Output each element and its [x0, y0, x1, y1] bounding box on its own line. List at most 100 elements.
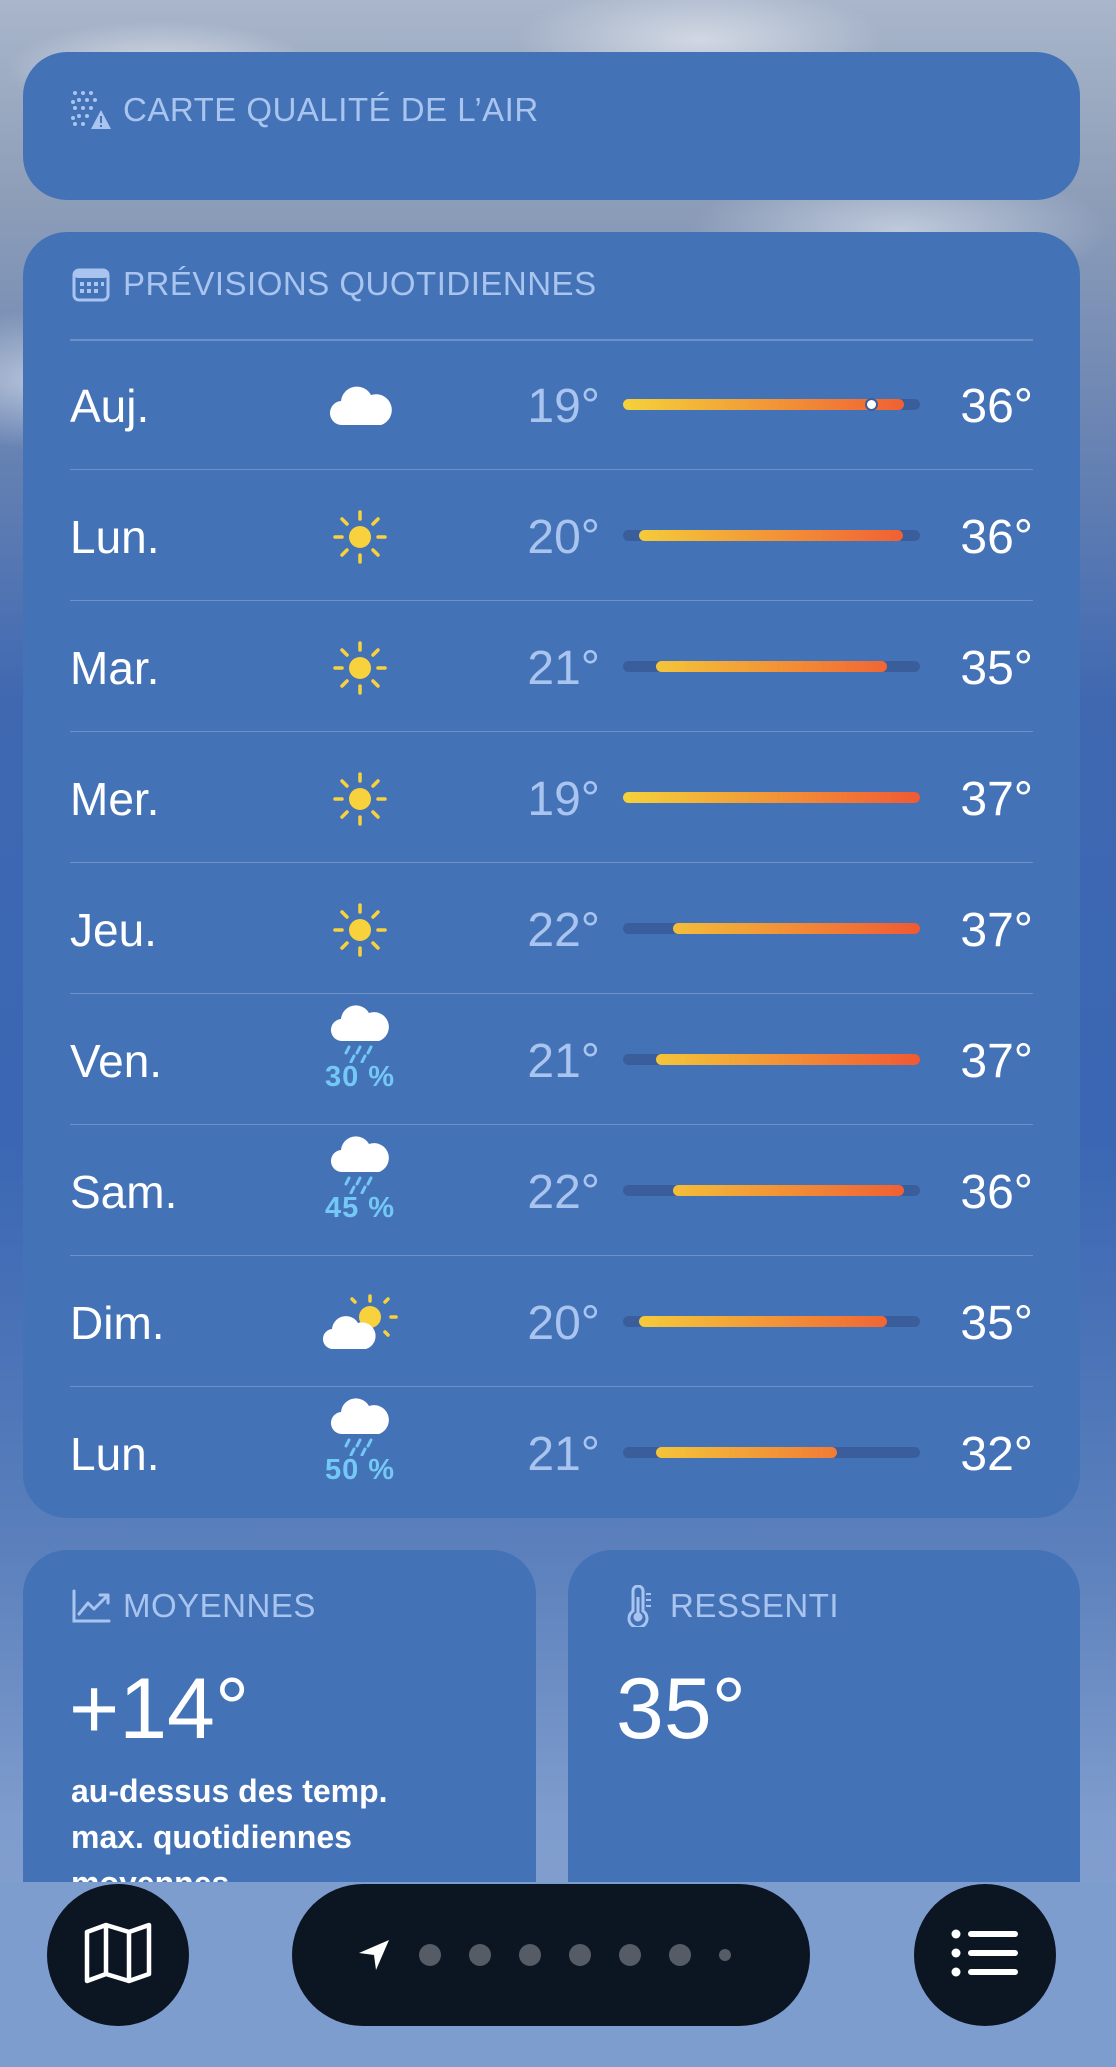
thermometer-icon: [616, 1584, 660, 1628]
forecast-day-label: Auj.: [70, 380, 150, 432]
temperature-range-bar: [623, 398, 920, 411]
weather-icon-wrapper: [315, 754, 405, 844]
temperature-range-fill: [639, 530, 904, 541]
forecast-row[interactable]: Mer. 19° 37°: [70, 732, 1033, 863]
page-dot[interactable]: [669, 1944, 691, 1966]
forecast-row[interactable]: Lun. 20° 36°: [70, 470, 1033, 601]
forecast-row[interactable]: Jeu. 22° 37°: [70, 863, 1033, 994]
location-pager[interactable]: [292, 1884, 810, 2026]
weather-icon-wrapper: [315, 492, 405, 582]
precipitation-chance: 30 %: [324, 1060, 396, 1093]
forecast-max-temp: 36°: [960, 380, 1033, 433]
forecast-day-label: Lun.: [70, 1428, 160, 1480]
forecast-row[interactable]: Auj. 19° 36°: [70, 339, 1033, 470]
feels-like-value: 35°: [616, 1661, 747, 1757]
temperature-range-fill: [672, 1185, 904, 1196]
forecast-day-label: Jeu.: [70, 904, 157, 956]
forecast-min-temp: 20°: [527, 511, 600, 564]
weather-icon-wrapper: [315, 1278, 405, 1368]
precipitation-chance: 50 %: [324, 1453, 396, 1486]
forecast-min-temp: 20°: [527, 1297, 600, 1350]
forecast-max-temp: 35°: [960, 642, 1033, 695]
rain-icon: [329, 1135, 391, 1194]
cloud-icon: [327, 383, 393, 429]
page-dot[interactable]: [469, 1944, 491, 1966]
partly-sunny-icon: [322, 1293, 398, 1353]
temperature-range-bar: [623, 923, 920, 934]
weather-icon-wrapper: 50 %: [315, 1397, 405, 1487]
forecast-min-temp: 21°: [527, 642, 600, 695]
forecast-day-label: Ven.: [70, 1035, 163, 1087]
air-quality-title: CARTE QUALITÉ DE L’AIR: [123, 91, 539, 128]
temperature-range-bar: [623, 1185, 920, 1196]
forecast-max-temp: 35°: [960, 1297, 1033, 1350]
air-quality-map-icon: [69, 88, 113, 132]
trend-chart-icon: [69, 1584, 113, 1628]
temperature-range-bar: [623, 792, 920, 803]
forecast-max-temp: 36°: [960, 511, 1033, 564]
temperature-range-fill: [639, 1316, 887, 1327]
list-icon: [951, 1929, 1019, 1982]
sun-icon: [330, 638, 390, 698]
forecast-max-temp: 32°: [960, 1428, 1033, 1481]
temperature-range-fill: [623, 792, 920, 803]
temperature-range-fill: [655, 1054, 920, 1065]
averages-title: MOYENNES: [123, 1587, 316, 1624]
temperature-range-bar: [623, 1054, 920, 1065]
forecast-row[interactable]: Sam. 45 % 22° 36°: [70, 1125, 1033, 1256]
weather-icon-wrapper: [315, 361, 405, 451]
air-quality-card[interactable]: CARTE QUALITÉ DE L’AIR: [23, 52, 1080, 200]
feels-like-title: RESSENTI: [670, 1587, 840, 1624]
temperature-range-bar: [623, 1447, 920, 1458]
page-dot[interactable]: [619, 1944, 641, 1966]
forecast-min-temp: 22°: [527, 904, 600, 957]
forecast-max-temp: 37°: [960, 1035, 1033, 1088]
daily-forecast-header: PRÉVISIONS QUOTIDIENNES: [69, 262, 597, 306]
calendar-icon: [69, 262, 113, 306]
forecast-max-temp: 37°: [960, 904, 1033, 957]
map-button[interactable]: [47, 1884, 189, 2026]
forecast-day-label: Dim.: [70, 1297, 165, 1349]
sun-icon: [330, 507, 390, 567]
temperature-range-fill: [623, 399, 904, 410]
city-list-button[interactable]: [914, 1884, 1056, 2026]
averages-description-line: max. quotidiennes: [71, 1819, 352, 1855]
temperature-range-bar: [623, 661, 920, 672]
temperature-range-fill: [672, 923, 920, 934]
weather-icon-wrapper: [315, 885, 405, 975]
forecast-min-temp: 19°: [527, 380, 600, 433]
page-dot[interactable]: [719, 1949, 731, 1961]
page-dot[interactable]: [569, 1944, 591, 1966]
forecast-day-label: Mar.: [70, 642, 160, 694]
feels-like-header: RESSENTI: [616, 1584, 839, 1628]
map-icon: [83, 1922, 153, 1989]
sun-icon: [330, 900, 390, 960]
air-quality-header: CARTE QUALITÉ DE L’AIR: [69, 88, 539, 132]
forecast-day-label: Mer.: [70, 773, 160, 825]
page-indicator: [405, 1944, 745, 1966]
sun-icon: [330, 769, 390, 829]
rain-icon: [329, 1004, 391, 1063]
forecast-min-temp: 21°: [527, 1035, 600, 1088]
temperature-range-bar: [623, 1316, 920, 1327]
averages-header: MOYENNES: [69, 1584, 316, 1628]
page-dot[interactable]: [519, 1944, 541, 1966]
forecast-min-temp: 21°: [527, 1428, 600, 1481]
location-arrow-icon[interactable]: [357, 1938, 391, 1972]
weather-icon-wrapper: [315, 623, 405, 713]
forecast-row[interactable]: Ven. 30 % 21° 37°: [70, 994, 1033, 1125]
temperature-range-bar: [623, 530, 920, 541]
weather-icon-wrapper: 30 %: [315, 1004, 405, 1094]
forecast-day-label: Sam.: [70, 1166, 178, 1218]
forecast-row[interactable]: Mar. 21° 35°: [70, 601, 1033, 732]
current-temperature-marker: [864, 398, 878, 411]
temperature-range-fill: [655, 1447, 838, 1458]
forecast-min-temp: 22°: [527, 1166, 600, 1219]
daily-forecast-title: PRÉVISIONS QUOTIDIENNES: [123, 265, 597, 302]
temperature-range-fill: [655, 661, 887, 672]
rain-icon: [329, 1397, 391, 1456]
forecast-row[interactable]: Lun. 50 % 21° 32°: [70, 1387, 1033, 1518]
page-dot[interactable]: [419, 1944, 441, 1966]
averages-value: +14°: [69, 1661, 250, 1757]
forecast-row[interactable]: Dim. 20° 35°: [70, 1256, 1033, 1387]
